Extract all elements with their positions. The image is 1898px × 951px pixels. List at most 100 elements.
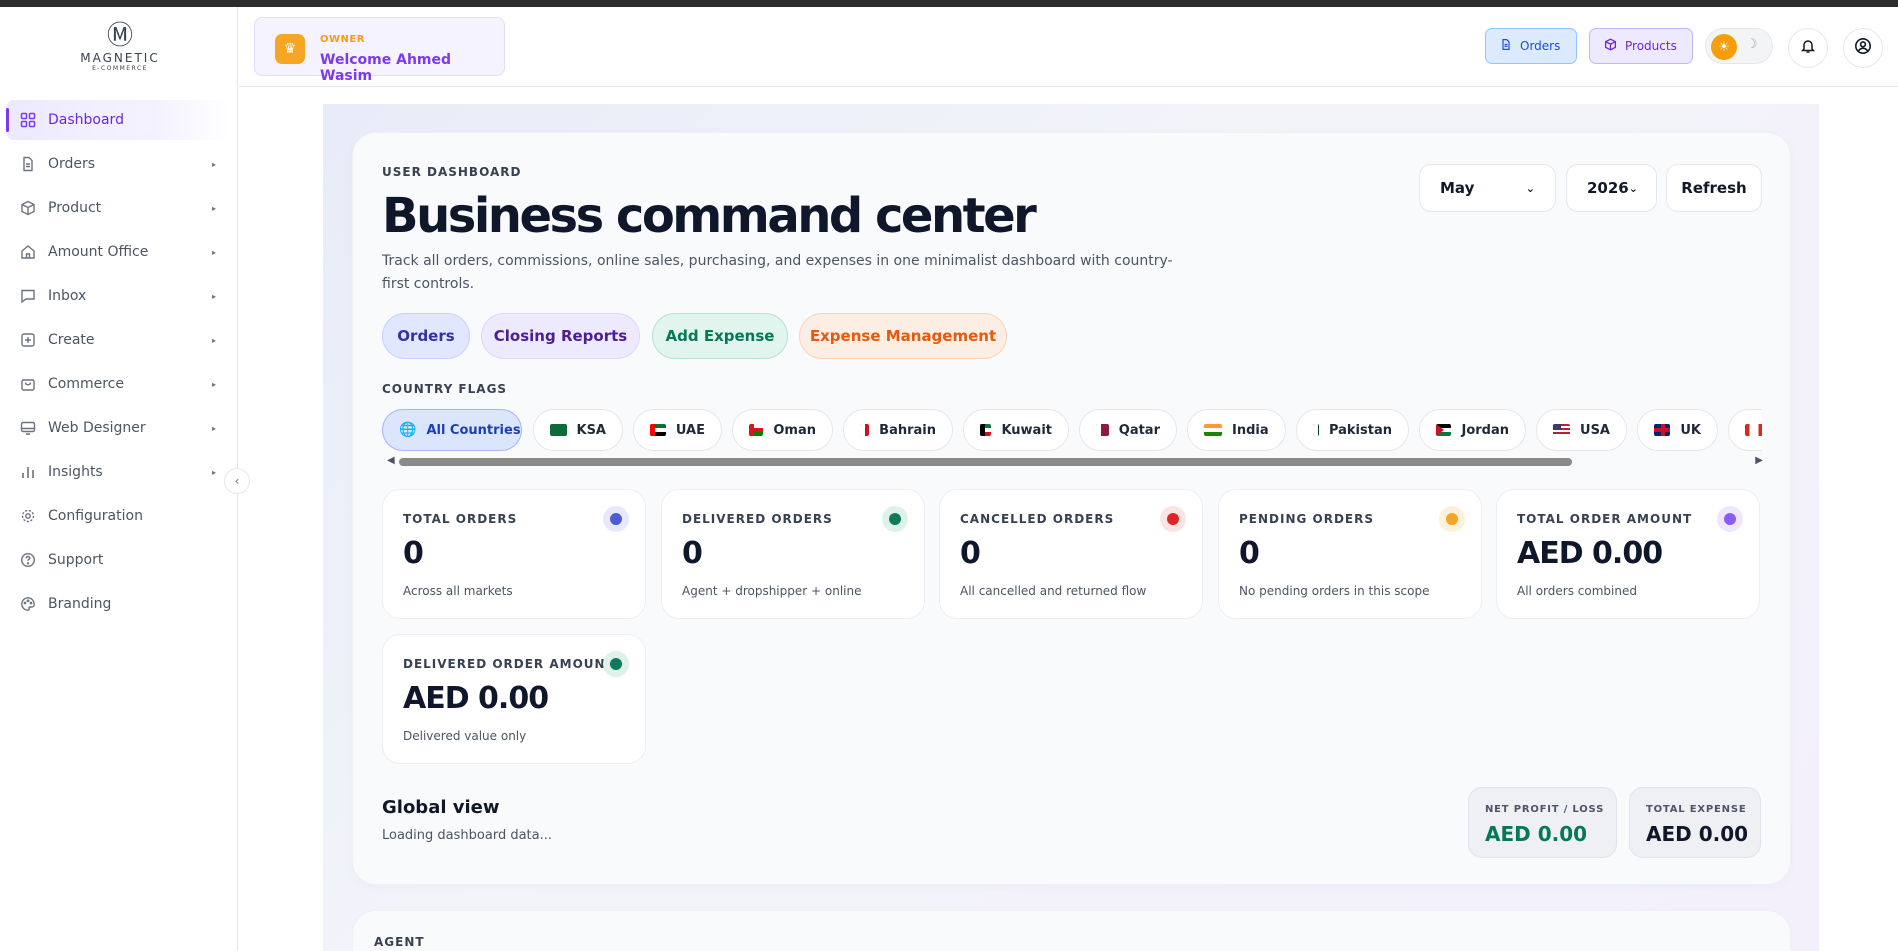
- year-select-value: 2026: [1587, 179, 1629, 197]
- country-label: India: [1232, 422, 1269, 438]
- country-filter-row: 🌐 All Countries KSA UAE Oman Bahrain Kuw…: [382, 409, 1762, 453]
- country-pill-uae[interactable]: UAE: [633, 409, 722, 451]
- header-products-button[interactable]: Products: [1589, 28, 1693, 64]
- stat-value: AED 0.00: [403, 681, 549, 716]
- loading-status: Loading dashboard data...: [382, 828, 553, 843]
- sidebar-item-support[interactable]: Support: [6, 540, 230, 580]
- sidebar-item-create[interactable]: Create ▸: [6, 320, 230, 360]
- orders-action-button[interactable]: Orders: [382, 313, 470, 359]
- chevron-down-icon: ⌄: [1628, 181, 1638, 195]
- help-circle-icon: [20, 552, 36, 568]
- sidebar-item-dashboard[interactable]: Dashboard: [6, 100, 230, 140]
- month-select-value: May: [1440, 179, 1475, 197]
- country-pill-ksa[interactable]: KSA: [533, 409, 623, 451]
- plus-square-icon: [20, 332, 36, 348]
- theme-toggle[interactable]: ☀ ☽: [1705, 28, 1773, 64]
- country-pill-uk[interactable]: UK: [1637, 409, 1718, 451]
- country-pill-india[interactable]: India: [1187, 409, 1286, 451]
- stat-subtext: No pending orders in this scope: [1239, 584, 1430, 598]
- chevron-down-icon: ⌄: [1525, 181, 1535, 195]
- sidebar-item-label: Configuration: [48, 508, 143, 524]
- sidebar-item-orders[interactable]: Orders ▸: [6, 144, 230, 184]
- user-menu-button[interactable]: [1843, 28, 1883, 68]
- sidebar-item-commerce[interactable]: Commerce ▸: [6, 364, 230, 404]
- stat-value: 0: [682, 536, 703, 571]
- stat-label: DELIVERED ORDERS: [682, 512, 833, 526]
- country-pill-jordan[interactable]: Jordan: [1419, 409, 1526, 451]
- country-pill-qatar[interactable]: Qatar: [1079, 409, 1177, 451]
- notifications-button[interactable]: [1788, 28, 1828, 68]
- user-circle-icon: [1854, 37, 1872, 59]
- caret-right-icon: ▸: [211, 379, 216, 389]
- caret-right-icon: ▸: [211, 467, 216, 477]
- header-orders-label: Orders: [1520, 39, 1561, 53]
- sidebar-item-insights[interactable]: Insights ▸: [6, 452, 230, 492]
- sidebar-collapse-button[interactable]: ‹: [224, 468, 250, 494]
- stat-card-cancelled-orders: CANCELLED ORDERS 0 All cancelled and ret…: [939, 489, 1203, 619]
- stat-value: 0: [403, 536, 424, 571]
- sidebar-item-product[interactable]: Product ▸: [6, 188, 230, 228]
- document-icon: [20, 156, 36, 172]
- scroll-left-arrow-icon[interactable]: ◀: [387, 455, 395, 466]
- stat-label: TOTAL ORDER AMOUNT: [1517, 512, 1693, 526]
- sidebar-nav: Dashboard Orders ▸ Product ▸ Amount Offi…: [6, 100, 230, 628]
- expense-management-button[interactable]: Expense Management: [799, 313, 1007, 359]
- agent-section-label: AGENT: [374, 935, 425, 949]
- page-description: Track all orders, commissions, online sa…: [382, 253, 1173, 292]
- refresh-button[interactable]: Refresh: [1666, 164, 1762, 212]
- status-dot-icon: [1439, 506, 1465, 532]
- year-select[interactable]: 2026 ⌄: [1566, 164, 1657, 212]
- india-flag-icon: [1204, 424, 1222, 436]
- country-label: Jordan: [1461, 422, 1509, 438]
- header-orders-button[interactable]: Orders: [1485, 28, 1577, 64]
- stat-card-total-orders: TOTAL ORDERS 0 Across all markets: [382, 489, 646, 619]
- sidebar-item-configuration[interactable]: Configuration: [6, 496, 230, 536]
- scrollbar-thumb[interactable]: [399, 458, 1572, 466]
- brand-tagline: E-COMMERCE: [92, 65, 148, 72]
- uae-flag-icon: [650, 424, 666, 436]
- sidebar-item-inbox[interactable]: Inbox ▸: [6, 276, 230, 316]
- gear-icon: [20, 508, 36, 524]
- add-expense-button[interactable]: Add Expense: [652, 313, 788, 359]
- cube-icon: [1604, 38, 1617, 54]
- country-pill-all[interactable]: 🌐 All Countries: [382, 409, 522, 451]
- sidebar-item-amount-office[interactable]: Amount Office ▸: [6, 232, 230, 272]
- caret-right-icon: ▸: [211, 247, 216, 257]
- country-label: USA: [1580, 422, 1610, 438]
- month-select[interactable]: May ⌄: [1419, 164, 1556, 212]
- country-pill-bahrain[interactable]: Bahrain: [843, 409, 953, 451]
- scroll-right-arrow-icon[interactable]: ▶: [1755, 455, 1763, 466]
- country-pill-canada[interactable]: [1728, 409, 1762, 451]
- stat-card-pending-orders: PENDING ORDERS 0 No pending orders in th…: [1218, 489, 1482, 619]
- stat-card-total-order-amount: TOTAL ORDER AMOUNT AED 0.00 All orders c…: [1496, 489, 1760, 619]
- moon-icon: ☽: [1746, 37, 1758, 52]
- country-scrollbar[interactable]: ◀ ▶: [382, 455, 1763, 467]
- palette-icon: [20, 596, 36, 612]
- country-pill-kuwait[interactable]: Kuwait: [963, 409, 1069, 451]
- top-header: ♛ OWNER Welcome Ahmed Wasim Orders Produ…: [239, 7, 1898, 87]
- sidebar-item-branding[interactable]: Branding: [6, 584, 230, 624]
- country-label: All Countries: [426, 422, 521, 438]
- page-title: Business command center: [382, 188, 1037, 244]
- header-products-label: Products: [1625, 39, 1677, 53]
- stat-subtext: All orders combined: [1517, 584, 1637, 598]
- country-pill-usa[interactable]: USA: [1536, 409, 1627, 451]
- caret-right-icon: ▸: [211, 159, 216, 169]
- total-expense-summary: TOTAL EXPENSE AED 0.00: [1629, 787, 1761, 858]
- globe-icon: 🌐: [399, 422, 417, 438]
- cube-icon: [20, 200, 36, 216]
- country-pill-pakistan[interactable]: Pakistan: [1296, 409, 1409, 451]
- sidebar: Ⓜ MAGNETIC E-COMMERCE Dashboard Orders ▸…: [0, 7, 238, 951]
- caret-right-icon: ▸: [211, 291, 216, 301]
- brand-logo[interactable]: Ⓜ MAGNETIC E-COMMERCE: [60, 21, 180, 81]
- qatar-flag-icon: [1096, 424, 1109, 436]
- sidebar-item-web-designer[interactable]: Web Designer ▸: [6, 408, 230, 448]
- country-pill-oman[interactable]: Oman: [732, 409, 833, 451]
- kuwait-flag-icon: [980, 424, 992, 436]
- brand-name: MAGNETIC: [80, 51, 160, 65]
- closing-reports-button[interactable]: Closing Reports: [481, 313, 640, 359]
- home-icon: [20, 244, 36, 260]
- sun-icon: ☀: [1711, 34, 1737, 60]
- country-label: Pakistan: [1328, 422, 1392, 438]
- crown-icon: ♛: [275, 34, 305, 64]
